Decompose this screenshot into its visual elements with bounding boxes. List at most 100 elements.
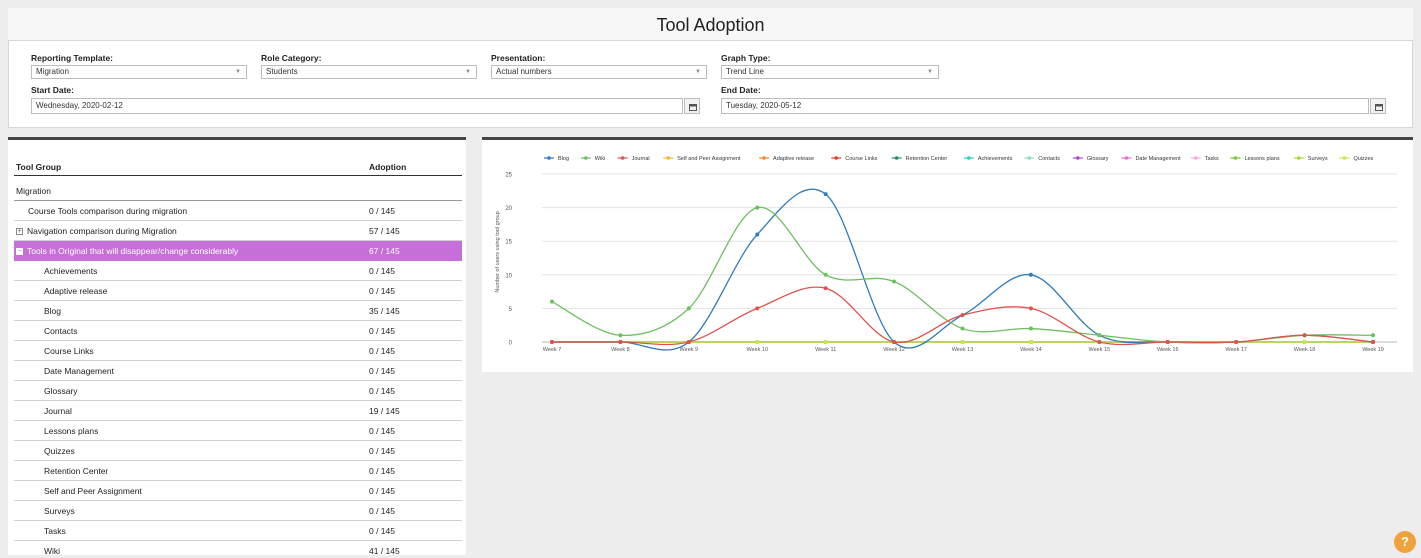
legend-item[interactable]: Lessons plans (1230, 156, 1280, 162)
legend-label: Quizzes (1353, 156, 1373, 162)
start-date-label: Start Date: (31, 85, 74, 95)
table-row: Self and Peer Assignment 0 / 145 (14, 481, 462, 501)
legend-swatch-dot (666, 156, 671, 160)
end-date-label: End Date: (721, 85, 761, 95)
legend-label: Course Links (845, 156, 877, 162)
collapse-icon[interactable]: − (16, 248, 23, 255)
calendar-icon (1375, 104, 1383, 111)
data-point (618, 333, 623, 338)
graph-type-select[interactable]: Trend Line ▼ (721, 65, 939, 79)
adoption-value: 0 / 145 (369, 326, 395, 336)
adoption-header: Adoption (369, 162, 407, 172)
data-point (550, 299, 554, 304)
graph-type-value: Trend Line (726, 67, 764, 76)
end-date-calendar-button[interactable] (1370, 98, 1386, 114)
legend-swatch-dot (1124, 156, 1129, 160)
legend-item[interactable]: Quizzes (1339, 156, 1374, 162)
tool-group-name: Tasks (44, 526, 66, 536)
tool-group-name: Achievements (44, 266, 98, 276)
table-row[interactable]: + Navigation comparison during Migration 5… (14, 221, 462, 241)
adoption-value: 0 / 145 (369, 486, 395, 496)
legend-item[interactable]: Contacts (1024, 156, 1060, 162)
legend-item[interactable]: Self and Peer Assignment (663, 156, 741, 162)
data-point (892, 340, 897, 344)
table-row: Quizzes 0 / 145 (14, 441, 462, 461)
table-row: Glossary 0 / 145 (14, 381, 462, 401)
legend-item[interactable]: Surveys (1293, 156, 1328, 162)
legend-item[interactable]: Journal (617, 156, 650, 162)
tool-group-name: Self and Peer Assignment (44, 486, 142, 496)
expand-icon[interactable]: + (16, 228, 23, 235)
tool-group-name: Quizzes (44, 446, 75, 456)
data-point (1234, 340, 1239, 344)
x-tick-label: Week 12 (883, 347, 905, 353)
x-tick-label: Week 9 (680, 347, 699, 353)
adoption-value: 0 / 145 (369, 526, 395, 536)
table-header: Tool Group Adoption (14, 158, 462, 176)
tool-group-name: Navigation comparison during Migration (27, 226, 177, 236)
adoption-value: 0 / 145 (369, 286, 395, 296)
legend-item[interactable]: Adaptive release (759, 156, 814, 162)
adoption-value: 67 / 145 (369, 246, 400, 256)
legend-swatch-dot (1342, 156, 1347, 160)
x-tick-label: Week 16 (1157, 347, 1179, 353)
x-tick-label: Week 18 (1294, 347, 1316, 353)
question-icon: ? (1401, 534, 1409, 549)
legend-item[interactable]: Glossary (1072, 156, 1109, 162)
tool-group-table: Tool Group Adoption Migration Course Tool… (8, 137, 466, 556)
data-point (823, 340, 828, 344)
start-date-calendar-button[interactable] (684, 98, 700, 114)
legend-item[interactable]: Retention Center (891, 156, 948, 162)
tool-group-name: Contacts (44, 326, 78, 336)
legend-item[interactable]: Blog (544, 156, 569, 162)
tool-group-name: Surveys (44, 506, 75, 516)
data-point (960, 340, 965, 344)
data-point (1371, 340, 1375, 344)
x-tick-label: Week 8 (611, 347, 630, 353)
table-row: Course Links 0 / 145 (14, 341, 462, 361)
adoption-value: 0 / 145 (369, 506, 395, 516)
data-point (1028, 340, 1033, 344)
data-point (823, 192, 828, 197)
table-row: Contacts 0 / 145 (14, 321, 462, 341)
table-row: Journal 19 / 145 (14, 401, 462, 421)
graph-type-label: Graph Type: (721, 53, 771, 63)
reporting-template-select[interactable]: Migration ▼ (31, 65, 247, 79)
data-point (960, 326, 965, 331)
table-row-selected[interactable]: − Tools in Original that will disappear/c… (14, 241, 462, 261)
legend-item[interactable]: Date Management (1121, 156, 1181, 162)
data-point (1371, 333, 1375, 338)
legend-swatch-dot (762, 156, 766, 160)
tool-group-name: Adaptive release (44, 286, 108, 296)
tool-group-name: Lessons plans (44, 426, 99, 436)
legend-label: Tasks (1205, 156, 1219, 162)
y-tick-label: 0 (509, 341, 513, 347)
legend-item[interactable]: Achievements (963, 156, 1013, 162)
legend-swatch-dot (834, 156, 839, 160)
adoption-value: 0 / 145 (369, 446, 395, 456)
legend-item[interactable]: Wiki (580, 156, 605, 162)
presentation-select[interactable]: Actual numbers ▼ (491, 65, 707, 79)
legend-item[interactable]: Tasks (1190, 156, 1219, 162)
help-button[interactable]: ? (1394, 531, 1416, 553)
data-point (1165, 340, 1170, 344)
legend-label: Retention Center (906, 156, 948, 162)
tool-group-name: Glossary (44, 386, 78, 396)
tool-group-name: Retention Center (44, 466, 109, 476)
legend-label: Adaptive release (773, 156, 814, 162)
data-point (1028, 272, 1033, 277)
adoption-value: 0 / 145 (369, 466, 395, 476)
y-tick-label: 25 (505, 173, 512, 179)
table-row: Retention Center 0 / 145 (14, 461, 462, 481)
start-date-input[interactable]: Wednesday, 2020-02-12 (31, 98, 683, 114)
legend-label: Blog (558, 156, 569, 162)
legend-label: Contacts (1038, 156, 1060, 162)
x-tick-label: Week 17 (1225, 347, 1247, 353)
legend-swatch-dot (967, 156, 971, 160)
legend-swatch-dot (1297, 156, 1301, 160)
data-point (1302, 333, 1307, 338)
chart-legend: Blog Wiki Journal Self and Peer Assignment A… (544, 156, 1374, 162)
end-date-input[interactable]: Tuesday, 2020-05-12 (721, 98, 1369, 114)
legend-item[interactable]: Course Links (831, 156, 878, 162)
role-category-select[interactable]: Students ▼ (261, 65, 477, 79)
